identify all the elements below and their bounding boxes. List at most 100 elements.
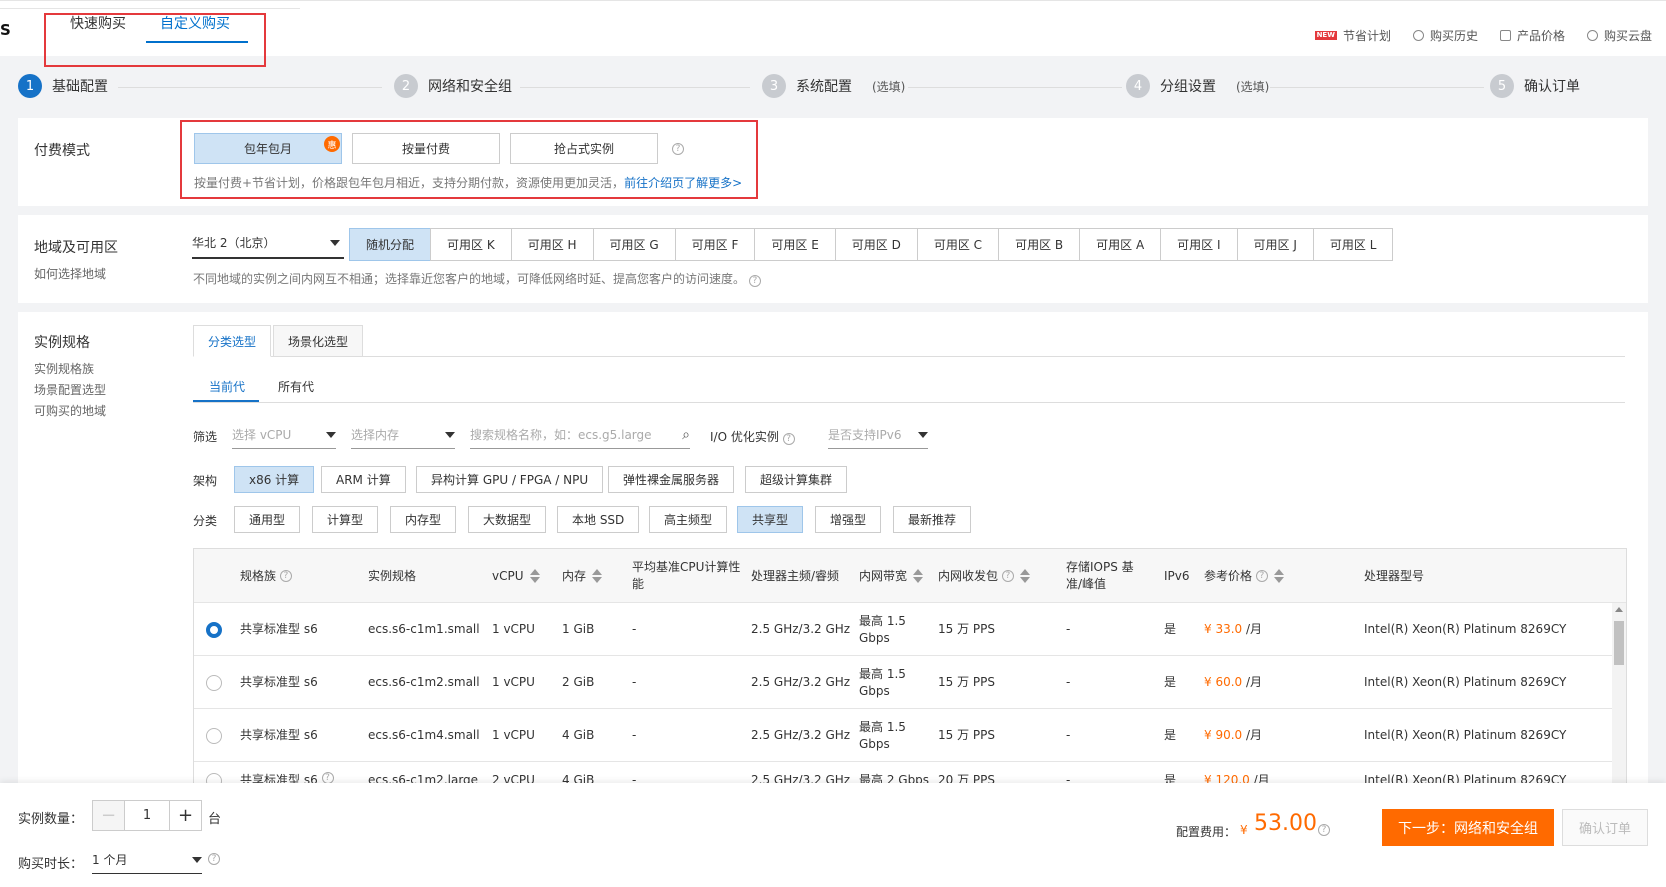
zone-random[interactable]: 随机分配 xyxy=(349,228,432,261)
spec-search-input[interactable]: 搜索规格名称，如：ecs.g5.large ⌕ xyxy=(470,421,690,449)
arch-x86[interactable]: x86 计算 xyxy=(234,466,315,493)
row-radio[interactable] xyxy=(206,603,222,656)
category-general[interactable]: 通用型 xyxy=(234,506,301,533)
col-bandwidth[interactable]: 内网带宽 xyxy=(859,549,924,603)
arch-heterogeneous[interactable]: 异构计算 GPU / FPGA / NPU xyxy=(416,466,604,493)
help-icon[interactable]: ? xyxy=(782,433,795,445)
row-radio[interactable] xyxy=(206,656,222,709)
buy-disk-link[interactable]: 购买云盘 xyxy=(1586,27,1652,44)
tab-category-select[interactable]: 分类选型 xyxy=(193,325,272,357)
sort-icon[interactable] xyxy=(592,569,603,583)
category-recommended[interactable]: 最新推荐 xyxy=(893,506,972,533)
table-row[interactable]: 共享标准型 s6 ecs.s6-c1m1.small 1 vCPU 1 GiB … xyxy=(194,603,1614,656)
step-group-settings[interactable]: 4 分组设置 (选填) xyxy=(1126,74,1269,98)
zone-l[interactable]: 可用区 L xyxy=(1312,228,1394,261)
quantity-stepper[interactable]: − 1 + xyxy=(92,800,202,831)
step-number: 1 xyxy=(18,74,42,98)
arch-supercomputing[interactable]: 超级计算集群 xyxy=(745,466,848,493)
vcpu-select[interactable]: 选择 vCPU xyxy=(232,421,336,449)
help-icon[interactable]: ? xyxy=(1318,824,1330,836)
sort-icon[interactable] xyxy=(1019,569,1030,583)
zone-j[interactable]: 可用区 J xyxy=(1236,228,1314,261)
arch-label: 架构 xyxy=(193,474,218,488)
how-to-choose-region-link[interactable]: 如何选择地域 xyxy=(34,265,106,282)
help-icon[interactable]: ? xyxy=(748,275,761,287)
savings-plan-link[interactable]: NEW 节省计划 xyxy=(1314,27,1391,44)
zone-b[interactable]: 可用区 B xyxy=(998,228,1081,261)
help-icon[interactable]: ? xyxy=(1001,570,1014,582)
duration-label: 购买时长： xyxy=(18,857,84,872)
category-big-data[interactable]: 大数据型 xyxy=(468,506,547,533)
category-local-ssd[interactable]: 本地 SSD xyxy=(557,506,640,533)
zone-c[interactable]: 可用区 C xyxy=(916,228,1000,261)
step-system-config[interactable]: 3 系统配置 (选填) xyxy=(762,74,905,98)
quantity-value[interactable]: 1 xyxy=(124,801,170,830)
region-select[interactable]: 华北 2（北京） xyxy=(192,228,344,259)
confirm-order-button[interactable]: 确认订单 xyxy=(1562,809,1648,846)
zone-a[interactable]: 可用区 A xyxy=(1079,228,1162,261)
step-network[interactable]: 2 网络和安全组 xyxy=(394,74,512,98)
col-cpu-model: 处理器型号 xyxy=(1364,568,1425,583)
tab-scenario-select[interactable]: 场景化选型 xyxy=(273,325,364,357)
table-row[interactable]: 共享标准型 s6 ecs.s6-c1m4.small 1 vCPU 4 GiB … xyxy=(194,709,1614,762)
sort-icon[interactable] xyxy=(913,569,924,583)
col-memory[interactable]: 内存 xyxy=(562,549,603,603)
category-shared[interactable]: 共享型 xyxy=(737,506,804,533)
product-price-link[interactable]: 产品价格 xyxy=(1499,27,1565,44)
duration-select[interactable]: 1 个月 xyxy=(92,846,202,874)
available-regions-link[interactable]: 可购买的地域 xyxy=(34,402,106,419)
help-icon[interactable]: ? xyxy=(1255,570,1268,582)
cost-label: 配置费用： xyxy=(1176,825,1237,839)
step-confirm-order[interactable]: 5 确认订单 xyxy=(1490,74,1580,98)
help-icon[interactable]: ? xyxy=(279,570,292,582)
document-icon xyxy=(1499,30,1511,41)
next-step-button[interactable]: 下一步：网络和安全组 xyxy=(1382,809,1554,846)
tab-current-generation[interactable]: 当前代 xyxy=(209,378,245,395)
category-high-freq[interactable]: 高主频型 xyxy=(649,506,728,533)
scenario-config-link[interactable]: 场景配置选型 xyxy=(34,381,106,398)
col-family: 规格族 ? xyxy=(240,549,292,603)
zone-d[interactable]: 可用区 D xyxy=(834,228,918,261)
step-basic-config[interactable]: 1 基础配置 xyxy=(18,74,108,98)
zone-f[interactable]: 可用区 F xyxy=(674,228,756,261)
decrement-button[interactable]: − xyxy=(93,801,124,830)
col-price[interactable]: 参考价格 ? xyxy=(1204,549,1284,603)
sort-icon[interactable] xyxy=(529,569,540,583)
category-enhanced[interactable]: 增强型 xyxy=(815,506,882,533)
top-strip xyxy=(0,1,300,9)
billing-highlight-box xyxy=(180,120,758,199)
increment-button[interactable]: + xyxy=(170,801,201,830)
zone-h[interactable]: 可用区 H xyxy=(510,228,594,261)
col-vcpu[interactable]: vCPU xyxy=(492,549,540,603)
search-icon[interactable]: ⌕ xyxy=(682,427,690,443)
scrollbar-thumb[interactable] xyxy=(1614,621,1624,665)
arch-bare-metal[interactable]: 弹性裸金属服务器 xyxy=(608,466,735,493)
tab-all-generations[interactable]: 所有代 xyxy=(278,378,314,395)
category-label: 分类 xyxy=(193,514,218,528)
col-baseline: 平均基准CPU计算性能 xyxy=(632,560,741,591)
zone-g[interactable]: 可用区 G xyxy=(592,228,676,261)
help-icon[interactable]: ? xyxy=(208,853,220,865)
zone-e[interactable]: 可用区 E xyxy=(754,228,836,261)
purchase-history-link[interactable]: 购买历史 xyxy=(1412,27,1478,44)
zone-i[interactable]: 可用区 I xyxy=(1160,228,1238,261)
memory-select[interactable]: 选择内存 xyxy=(351,421,455,449)
radio-unselected[interactable] xyxy=(206,727,222,744)
arch-arm[interactable]: ARM 计算 xyxy=(321,466,406,493)
zone-k[interactable]: 可用区 K xyxy=(430,228,512,261)
region-hint-text: 不同地域的实例之间内网互不相通；选择靠近您客户的地域，可降低网络时延、提高您客户… xyxy=(193,272,746,286)
header-text: 内网收发包 xyxy=(938,568,999,583)
scroll-up-icon[interactable] xyxy=(1615,607,1623,612)
radio-unselected[interactable] xyxy=(206,674,222,691)
ipv6-select[interactable]: 是否支持IPv6 xyxy=(828,421,928,449)
col-ipv6: IPv6 xyxy=(1164,568,1190,583)
category-memory[interactable]: 内存型 xyxy=(390,506,457,533)
radio-selected[interactable] xyxy=(206,621,222,638)
chevron-down-icon xyxy=(918,431,928,438)
row-radio[interactable] xyxy=(206,709,222,762)
col-pps[interactable]: 内网收发包 ? xyxy=(938,549,1030,603)
category-compute[interactable]: 计算型 xyxy=(312,506,379,533)
table-row[interactable]: 共享标准型 s6 ecs.s6-c1m2.small 1 vCPU 2 GiB … xyxy=(194,656,1614,709)
spec-family-link[interactable]: 实例规格族 xyxy=(34,360,94,377)
sort-icon[interactable] xyxy=(1273,569,1284,583)
